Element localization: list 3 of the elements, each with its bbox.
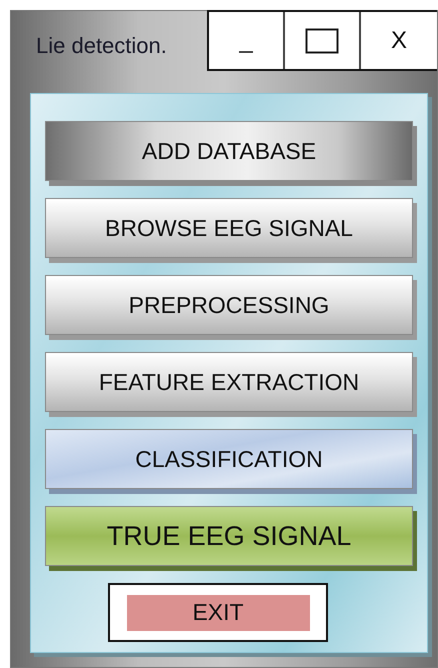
window-title: Lie detection.	[35, 32, 168, 60]
exit-button[interactable]: EXIT	[108, 583, 328, 642]
maximize-icon	[305, 28, 339, 54]
